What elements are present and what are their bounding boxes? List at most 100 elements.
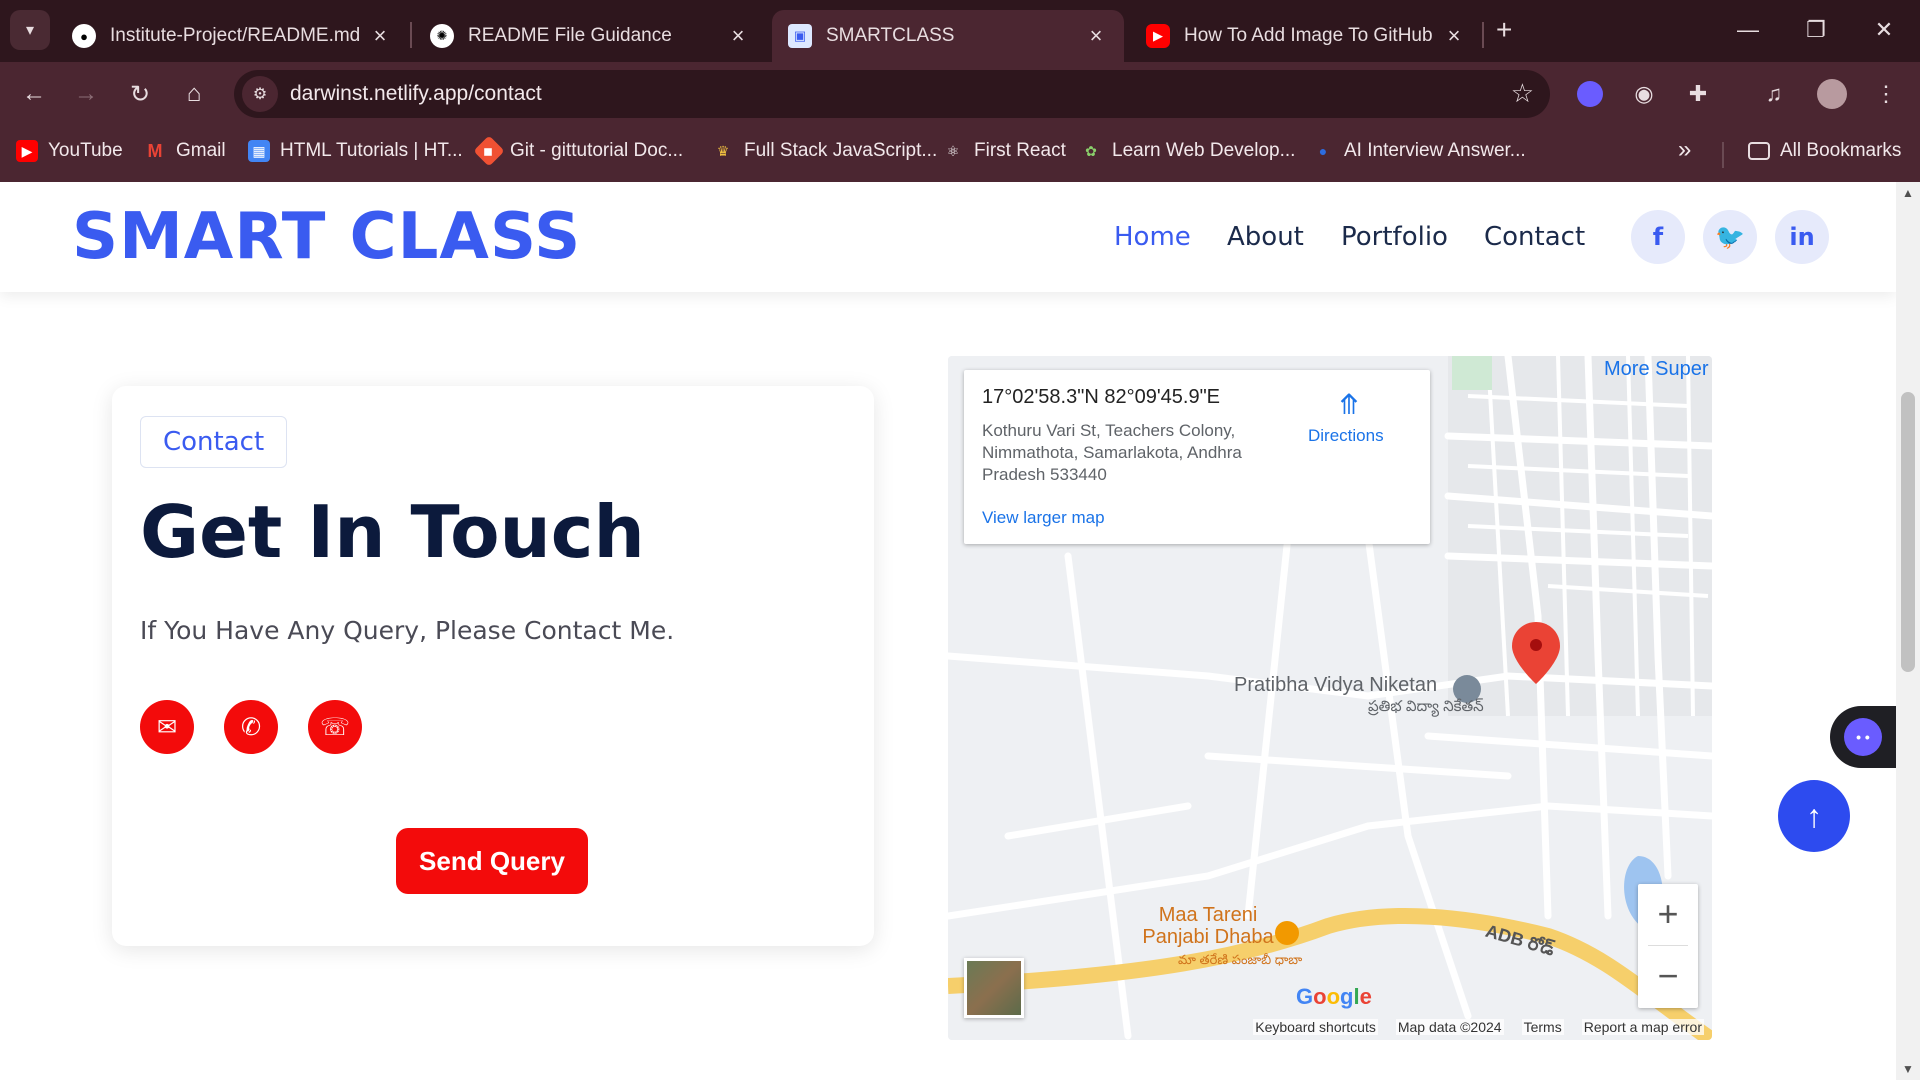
nav-contact[interactable]: Contact <box>1484 222 1585 252</box>
forward-button[interactable]: → <box>66 74 106 114</box>
arrow-left-icon: ← <box>22 80 46 107</box>
page-viewport: SMART CLASS Home About Portfolio Contact… <box>0 182 1896 1080</box>
bookmark-label: Full Stack JavaScript... <box>744 140 938 161</box>
github-icon: ● <box>72 24 96 48</box>
site-logo[interactable]: SMART CLASS <box>72 200 581 274</box>
phone-button[interactable]: ✆ <box>224 700 278 754</box>
zoom-in-button[interactable]: + <box>1638 884 1698 944</box>
report-map-error-link[interactable]: Report a map error <box>1581 1019 1704 1035</box>
bookmark-fullstack-js[interactable]: ♛ Full Stack JavaScript... <box>712 140 938 162</box>
close-icon[interactable]: × <box>368 23 392 49</box>
parrot-icon: ✿ <box>1085 142 1097 159</box>
ai-icon: ● <box>1318 143 1328 159</box>
bookmark-html-tutorials[interactable]: ▦ HTML Tutorials | HT... <box>248 140 463 162</box>
bookmark-git[interactable]: ◆ Git - gittutorial Doc... <box>473 135 683 167</box>
close-icon[interactable]: × <box>726 23 750 49</box>
map-dhaba-telugu-label: మా తరేణి పంజాబీ ధాబా <box>1178 952 1303 967</box>
bookmark-label: YouTube <box>48 140 123 161</box>
nav-home[interactable]: Home <box>1114 222 1191 252</box>
close-icon[interactable]: × <box>1084 23 1108 49</box>
phone-icon: ✆ <box>240 713 262 741</box>
bookmark-gmail[interactable]: M Gmail <box>144 140 226 162</box>
git-icon: ◆ <box>473 135 505 167</box>
restore-button[interactable]: ❐ <box>1786 8 1846 52</box>
youtube-icon: ▶ <box>16 140 38 162</box>
whatsapp-button[interactable]: ☏ <box>308 700 362 754</box>
map-dhaba-label[interactable]: Maa Tareni Panjabi Dhaba <box>1128 904 1288 948</box>
new-tab-button[interactable]: + <box>1496 14 1512 46</box>
home-button[interactable]: ⌂ <box>174 74 214 114</box>
map-poi-label: More Super - Sam <box>1604 358 1712 380</box>
glasses-extension-icon[interactable]: ◉ <box>1624 74 1664 114</box>
folder-icon <box>1748 142 1770 160</box>
directions-icon[interactable]: ⤊ <box>1334 388 1364 420</box>
view-larger-map-link[interactable]: View larger map <box>982 508 1105 528</box>
scroll-down-arrow[interactable]: ▼ <box>1896 1062 1920 1076</box>
bookmark-learn-web[interactable]: ✿ Learn Web Develop... <box>1080 140 1295 162</box>
tab-readme-guidance[interactable]: ✺ README File Guidance × <box>414 10 766 62</box>
embedded-map[interactable]: 17°02'58.3"N 82°09'45.9"E Kothuru Vari S… <box>948 356 1712 1040</box>
send-query-button[interactable]: Send Query <box>396 828 588 894</box>
close-icon[interactable]: × <box>1442 23 1466 49</box>
reload-button[interactable]: ↻ <box>120 74 160 114</box>
map-school-telugu-label: ప్రతిభ విద్యా నికేతన్ <box>1368 698 1484 715</box>
nav-about[interactable]: About <box>1227 222 1304 252</box>
bookmarks-overflow-button[interactable]: » <box>1678 136 1691 164</box>
facebook-button[interactable]: f <box>1631 210 1685 264</box>
page-scrollbar[interactable]: ▲ ▼ <box>1896 182 1920 1080</box>
contact-card: Contact Get In Touch If You Have Any Que… <box>112 386 874 946</box>
bookmark-first-react[interactable]: ⚛ First React <box>942 140 1066 162</box>
map-zoom-control: + − <box>1638 884 1698 1008</box>
close-window-button[interactable]: ✕ <box>1854 8 1914 52</box>
close-icon: ✕ <box>1874 17 1894 42</box>
assistant-extension-icon[interactable] <box>1570 74 1610 114</box>
satellite-toggle[interactable] <box>964 958 1024 1018</box>
map-school-label[interactable]: Pratibha Vidya Niketan <box>1234 674 1437 697</box>
extensions-puzzle-icon[interactable]: ✚ <box>1678 74 1718 114</box>
bookmark-youtube[interactable]: ▶ YouTube <box>16 140 123 162</box>
tab-search-button[interactable]: ▾ <box>10 10 50 50</box>
url-text[interactable]: darwinst.netlify.app/contact <box>290 82 542 106</box>
linkedin-button[interactable]: in <box>1775 210 1829 264</box>
email-button[interactable]: ✉ <box>140 700 194 754</box>
keyboard-shortcuts-link[interactable]: Keyboard shortcuts <box>1253 1019 1378 1035</box>
restore-icon: ❐ <box>1806 17 1826 42</box>
directions-link[interactable]: Directions <box>1308 426 1384 446</box>
twitter-button[interactable]: 🐦 <box>1703 210 1757 264</box>
tab-youtube-video[interactable]: ▶ How To Add Image To GitHub R × <box>1130 10 1482 62</box>
bookmark-label: Learn Web Develop... <box>1112 140 1296 161</box>
tab-github[interactable]: ● Institute-Project/README.md at × <box>56 10 408 62</box>
zoom-out-button[interactable]: − <box>1638 946 1698 1006</box>
bookmark-star-icon[interactable]: ☆ <box>1511 78 1534 109</box>
browser-chrome: ▾ ● Institute-Project/README.md at × ✺ R… <box>0 0 1920 182</box>
nav-portfolio[interactable]: Portfolio <box>1341 222 1448 252</box>
site-info-button[interactable]: ⚙ <box>242 76 278 112</box>
google-logo: Google <box>1296 984 1372 1009</box>
scrollbar-thumb[interactable] <box>1901 392 1915 672</box>
youtube-icon: ▶ <box>1146 24 1170 48</box>
back-button[interactable]: ← <box>14 74 54 114</box>
chatgpt-icon: ✺ <box>430 24 454 48</box>
minimize-icon: — <box>1737 17 1759 42</box>
map-info-box: 17°02'58.3"N 82°09'45.9"E Kothuru Vari S… <box>964 370 1430 544</box>
bookmark-ai-interview[interactable]: ● AI Interview Answer... <box>1312 140 1526 162</box>
more-menu-icon[interactable]: ⋮ <box>1866 74 1906 114</box>
minimize-button[interactable]: — <box>1718 8 1778 52</box>
bookmark-label: HTML Tutorials | HT... <box>280 140 463 161</box>
address-bar[interactable]: ⚙ darwinst.netlify.app/contact ☆ <box>234 70 1550 118</box>
profile-avatar[interactable] <box>1812 74 1852 114</box>
w3-icon: ▦ <box>248 140 270 162</box>
scroll-up-arrow[interactable]: ▲ <box>1896 186 1920 200</box>
media-control-icon[interactable]: ♫ <box>1754 74 1794 114</box>
gmail-icon: M <box>147 140 163 161</box>
scroll-to-top-button[interactable]: ↑ <box>1778 780 1850 852</box>
arrow-right-icon: → <box>74 80 98 107</box>
tab-smartclass[interactable]: ▣ SMARTCLASS × <box>772 10 1124 62</box>
facebook-icon: f <box>1652 223 1664 251</box>
bookmark-label: First React <box>974 140 1066 161</box>
map-data-attribution: Map data ©2024 <box>1395 1019 1504 1035</box>
site-header: SMART CLASS Home About Portfolio Contact… <box>0 182 1896 292</box>
terms-link[interactable]: Terms <box>1521 1019 1564 1035</box>
all-bookmarks-button[interactable]: All Bookmarks <box>1748 140 1901 162</box>
react-icon: ⚛ <box>946 142 960 159</box>
